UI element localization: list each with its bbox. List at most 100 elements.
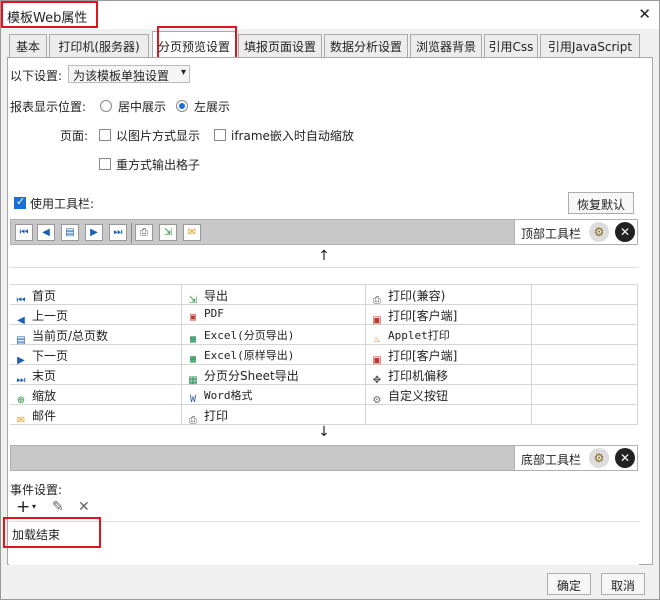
grid-item-zoom[interactable]: ⊕ 缩放 [10,385,182,406]
restore-default-button[interactable]: 恢复默认 [568,192,634,214]
grid-item-label: 上一页 [32,309,69,323]
grid-item-word[interactable]: W Word格式 [182,385,366,405]
cancel-button[interactable]: 取消 [601,573,645,595]
checkbox-output-cells[interactable] [99,158,111,170]
toolbar-item-grid: ⏮ 首页 ◀ 上一页 ▤ 当前页/总页数 ▶ 下一页 ⏭ 末页 ⊕ 缩放 ✉ 邮件 ⇲ 导出 ▣… [10,284,638,426]
scope-select[interactable]: 为该模板单独设置 ▾ [68,65,190,83]
move-down-button[interactable]: ↓ [10,424,638,444]
grid-item-label: Applet打印 [388,329,450,342]
ok-button[interactable]: 确定 [547,573,591,595]
close-icon[interactable]: ✕ [615,448,635,468]
checkbox-image-display[interactable] [99,129,111,141]
tab-javascript[interactable]: 引用JavaScript [540,34,640,57]
chevron-down-icon: ▾ [180,67,186,78]
grid-item-first-page[interactable]: ⏮ 首页 [10,285,182,306]
grid-item-label: 首页 [32,289,57,303]
export-icon[interactable]: ⇲ [159,224,177,241]
events-label: 事件设置: [10,483,63,497]
grid-item-label: 分页分Sheet导出 [204,369,299,383]
grid-empty-cell [532,405,638,425]
grid-item-custom-button[interactable]: ⚙ 自定义按钮 [366,385,532,406]
grid-item-pdf[interactable]: ▣ PDF [182,305,366,325]
event-list: 加载结束 [9,521,639,565]
next-page-icon[interactable]: ▶ [85,224,103,241]
checkbox-use-toolbar[interactable] [14,195,26,209]
checkbox-iframe-zoom-label: iframe嵌入时自动缩放 [231,129,354,143]
tab-css[interactable]: 引用Css [484,34,538,57]
grid-item-print-compat[interactable]: ⎙ 打印(兼容) [366,285,532,306]
grid-item-label: 缩放 [32,389,57,403]
grid-item-label: 下一页 [32,349,69,363]
edit-icon[interactable]: ✎ [52,499,64,515]
grid-empty-cell [532,345,638,365]
position-label: 报表显示位置: [10,100,87,114]
move-up-button[interactable]: ↑ [10,248,638,268]
grid-item-printer-offset[interactable]: ✥ 打印机偏移 [366,365,532,386]
grid-item-label: PDF [204,307,224,320]
tab-printer[interactable]: 打印机(服务器) [49,34,149,57]
grid-item-label: Excel(原样导出) [204,349,295,362]
down-arrow-icon: ↓ [318,424,330,440]
grid-item-next-page[interactable]: ▶ 下一页 [10,345,182,366]
grid-item-label: 末页 [32,369,57,383]
first-page-icon[interactable]: ⏮ [15,224,33,241]
radio-center[interactable] [100,100,112,112]
grid-item-print[interactable]: ⎙ 打印 [182,405,366,426]
tab-data-analysis[interactable]: 数据分析设置 [324,34,408,57]
top-toolbar-label: 顶部工具栏 [521,227,582,241]
grid-item-print-client-2[interactable]: ▣ 打印[客户端] [366,345,532,366]
grid-item-label: 当前页/总页数 [32,329,109,343]
grid-empty-cell [532,385,638,405]
pdf-icon: ▣ [189,312,197,323]
prev-page-icon[interactable]: ◀ [37,224,55,241]
grid-item-excel-original[interactable]: ▦ Excel(原样导出) [182,345,366,365]
grid-item-applet-print[interactable]: ♨ Applet打印 [366,325,532,345]
bottom-toolbar-controls: 底部工具栏 ⚙ ✕ [514,445,638,471]
print-icon[interactable]: ⎙ [135,224,153,241]
add-icon[interactable]: + [16,497,30,517]
grid-item-export[interactable]: ⇲ 导出 [182,285,366,306]
radio-left-label: 左展示 [194,100,231,114]
mail-icon[interactable]: ✉ [183,224,201,241]
settings-panel: 以下设置: 为该模板单独设置 ▾ 报表显示位置: 居中展示 左展示 页面: 以图… [7,57,653,565]
grid-item-label: 邮件 [32,409,57,423]
dialog-window: 模板Web属性 ✕ 基本 打印机(服务器) 分页预览设置 填报页面设置 数据分析… [0,0,660,600]
page-count-icon[interactable]: ▤ [61,224,79,241]
radio-left[interactable] [176,100,188,112]
highlight-event [3,517,101,548]
tab-browser-background[interactable]: 浏览器背景 [410,34,482,57]
grid-empty-cell [532,325,638,345]
bottom-toolbar-label: 底部工具栏 [521,453,582,467]
checkbox-iframe-zoom[interactable] [214,129,226,141]
grid-empty-cell [366,405,532,425]
chevron-down-icon[interactable]: ▾ [32,502,36,511]
grid-item-print-client[interactable]: ▣ 打印[客户端] [366,305,532,326]
tab-basic[interactable]: 基本 [9,34,47,57]
last-page-icon[interactable]: ⏭ [109,224,127,241]
radio-center-label: 居中展示 [118,100,167,114]
grid-item-excel-sheet[interactable]: ▦ 分页分Sheet导出 [182,365,366,386]
grid-item-prev-page[interactable]: ◀ 上一页 [10,305,182,326]
grid-item-mail[interactable]: ✉ 邮件 [10,405,182,426]
grid-item-last-page[interactable]: ⏭ 末页 [10,365,182,386]
page-label: 页面: [60,129,89,143]
checkbox-output-cells-label: 重方式输出格子 [116,158,201,172]
toolbar-divider [131,223,132,243]
gear-icon[interactable]: ⚙ [589,222,609,242]
grid-item-label: 导出 [204,289,229,303]
gear-icon[interactable]: ⚙ [589,448,609,468]
grid-item-excel-paged[interactable]: ▦ Excel(分页导出) [182,325,366,345]
tab-fill-page[interactable]: 填报页面设置 [238,34,322,57]
grid-item-page-count[interactable]: ▤ 当前页/总页数 [10,325,182,346]
grid-item-label: Excel(分页导出) [204,329,295,342]
use-toolbar-label: 使用工具栏: [30,197,95,211]
scope-value: 为该模板单独设置 [73,69,170,83]
close-icon[interactable]: ✕ [638,5,651,23]
grid-item-label: 打印[客户端] [388,349,458,363]
close-icon[interactable]: ✕ [615,222,635,242]
grid-item-label: 自定义按钮 [388,389,449,403]
scope-label: 以下设置: [10,69,63,83]
delete-icon[interactable]: ✕ [78,499,90,515]
top-toolbar-controls: 顶部工具栏 ⚙ ✕ [514,219,638,245]
grid-item-label: Word格式 [204,389,253,402]
